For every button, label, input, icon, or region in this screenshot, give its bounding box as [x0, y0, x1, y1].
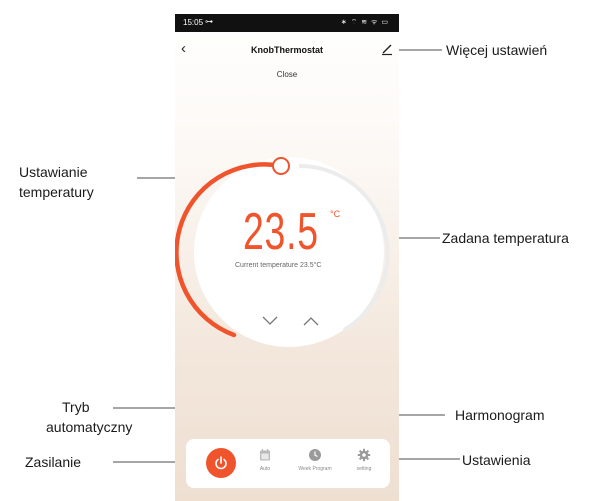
callout-schedule: Harmonogram: [455, 407, 545, 423]
callout-more-settings: Więcej ustawień: [446, 42, 548, 58]
edit-icon[interactable]: [379, 41, 395, 57]
callout-auto-mode-line1: Tryb: [62, 399, 90, 415]
device-state: Close: [276, 70, 298, 79]
status-icons: ∗ ⌔ ≋ ᯤ ▭: [340, 19, 389, 26]
status-bar: 15:05 ⊶ ∗ ⌔ ≋ ᯤ ▭: [175, 14, 399, 32]
callout-set-temperature: Zadana temperatura: [442, 230, 569, 246]
phone-screen: 15:05 ⊶ ∗ ⌔ ≋ ᯤ ▭ ‹ KnobThermostat Close…: [175, 14, 399, 501]
dial-handle[interactable]: [272, 157, 290, 175]
callout-temp-setting-line1: Ustawianie: [19, 164, 88, 180]
key-icon: ⊶: [205, 17, 213, 26]
decrease-temperature-button[interactable]: [260, 314, 280, 328]
increase-temperature-button[interactable]: [301, 314, 321, 328]
clock-icon: [309, 449, 321, 461]
set-temperature-value: 23.5: [243, 203, 319, 261]
tab-week-program[interactable]: Week Program: [293, 448, 337, 472]
tab-auto[interactable]: Auto: [243, 448, 287, 472]
temperature-unit: °C: [330, 209, 341, 219]
tab-setting-label: setting: [356, 466, 372, 472]
callout-temp-setting-line2: temperatury: [19, 184, 94, 200]
power-icon: [215, 456, 227, 470]
page-title: KnobThermostat: [251, 45, 323, 55]
status-time: 15:05: [183, 18, 204, 27]
bottom-bar: Auto Week Program setting: [186, 439, 390, 488]
calendar-icon: [260, 449, 270, 461]
callout-auto-mode-line2: automatyczny: [46, 419, 133, 435]
tab-setting[interactable]: setting: [342, 448, 386, 472]
tab-auto-label: Auto: [259, 466, 271, 472]
power-button[interactable]: [206, 448, 236, 478]
callout-settings: Ustawienia: [462, 452, 531, 468]
callout-power: Zasilanie: [25, 454, 82, 470]
tab-week-program-label: Week Program: [298, 466, 332, 472]
gear-icon: [357, 448, 371, 462]
current-temperature: Current temperature 23.5°C: [235, 262, 322, 269]
